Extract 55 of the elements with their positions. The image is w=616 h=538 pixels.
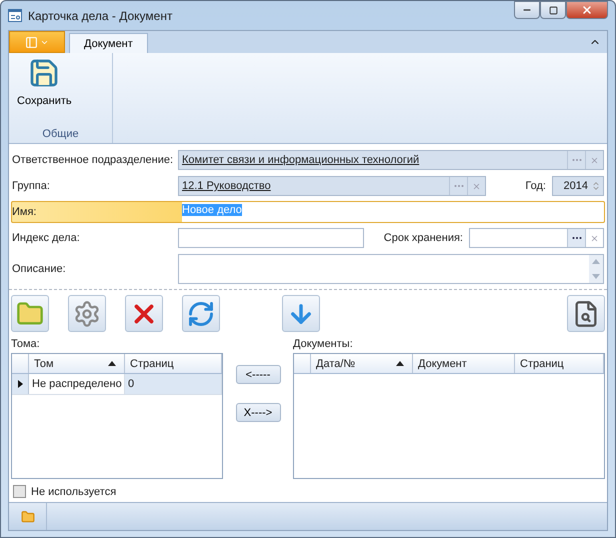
- description-field[interactable]: [178, 254, 604, 284]
- table-cell: 0: [125, 374, 222, 394]
- close-button[interactable]: [566, 1, 608, 19]
- column-header[interactable]: Дата/№: [311, 354, 413, 373]
- column-header[interactable]: Документ: [413, 354, 515, 373]
- column-header[interactable]: Страниц: [515, 354, 604, 373]
- group-field[interactable]: 12.1 Руководство: [178, 176, 486, 196]
- ribbon-tab[interactable]: Документ: [69, 33, 148, 53]
- column-header[interactable]: Страниц: [125, 354, 222, 373]
- application-menu-button[interactable]: [9, 31, 65, 53]
- field-label: Срок хранения:: [382, 232, 464, 244]
- settings-icon: [73, 300, 101, 328]
- browse-button[interactable]: [567, 229, 585, 247]
- close-icon: [472, 182, 481, 190]
- checkbox-label: Не используется: [31, 486, 116, 498]
- field-label: Ответственное подразделение:: [12, 154, 174, 166]
- maximize-icon: [548, 6, 558, 14]
- department-field[interactable]: Комитет связи и информационных технологий: [178, 150, 604, 170]
- folder-plus-icon: [16, 300, 44, 328]
- table-cell: Не распределено: [29, 374, 125, 394]
- row-pointer-icon: [18, 380, 22, 388]
- window-title: Карточка дела - Документ: [28, 8, 174, 22]
- close-icon: [590, 156, 599, 164]
- section-label: Тома:: [11, 338, 41, 350]
- close-icon: [581, 4, 593, 16]
- index-field[interactable]: [178, 228, 364, 248]
- close-icon: [590, 234, 599, 242]
- preview-button[interactable]: [567, 295, 605, 332]
- section-label: Документы:: [293, 338, 354, 350]
- delete-button[interactable]: [125, 295, 163, 332]
- field-label: Группа:: [12, 180, 51, 192]
- minimize-button[interactable]: [514, 1, 540, 19]
- field-label: Описание:: [12, 263, 67, 275]
- folder-icon[interactable]: [20, 510, 34, 524]
- settings-button[interactable]: [68, 295, 106, 332]
- refresh-button[interactable]: [182, 295, 220, 332]
- transfer-button[interactable]: <-----: [236, 365, 280, 384]
- year-field[interactable]: 2014: [552, 176, 604, 196]
- column-header[interactable]: Том: [29, 354, 125, 373]
- window-icon: [8, 9, 22, 22]
- group-label: Общие: [42, 128, 79, 142]
- add-button[interactable]: [11, 295, 49, 332]
- refresh-icon: [187, 300, 215, 328]
- panel-icon: [25, 36, 38, 48]
- field-label: Индекс дела:: [12, 232, 81, 244]
- storage-field[interactable]: [469, 228, 604, 248]
- checkbox[interactable]: [13, 485, 26, 498]
- field-label: Год:: [524, 180, 547, 192]
- scrollbar-icon: [589, 255, 603, 283]
- maximize-button[interactable]: [540, 1, 566, 19]
- spinner-icon[interactable]: [591, 181, 601, 191]
- save-button[interactable]: Сохранить: [13, 53, 76, 111]
- import-button[interactable]: [282, 295, 320, 332]
- transfer-button[interactable]: X---->: [236, 403, 280, 422]
- table-row[interactable]: Не распределено 0: [12, 374, 222, 395]
